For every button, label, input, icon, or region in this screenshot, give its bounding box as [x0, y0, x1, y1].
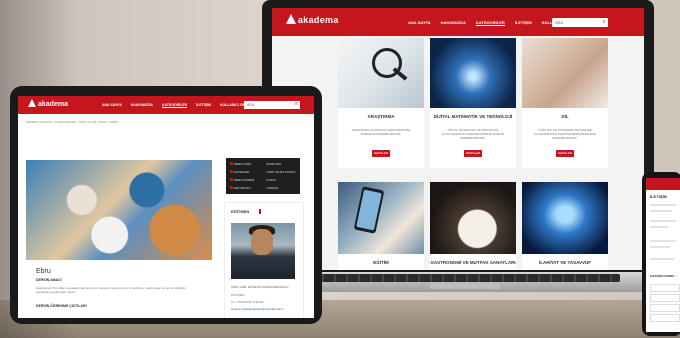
instructor-face [251, 229, 273, 255]
card-description: ARAŞTIRMA ALANINDAKİ DERSLERİMİZE BURADA… [351, 128, 411, 136]
info-item: DERS SÜRESİ [230, 178, 254, 182]
laptop-trackpad [430, 283, 500, 289]
card-image [430, 38, 516, 108]
section-heading-outcomes: DERSİN ÖĞRENME ÇIKTILARI [36, 304, 87, 308]
card-title: DİL [561, 114, 569, 119]
phone-screen: İLETİŞİM İLETİŞİM FORMU ↓ [646, 178, 680, 332]
search-icon[interactable]: ⌕ [295, 101, 298, 108]
search-input[interactable]: ARA ⌕ [244, 101, 300, 109]
text-line [650, 204, 676, 206]
site-logo[interactable]: akadema [286, 14, 339, 25]
nav-categories[interactable]: KATEGORİLER [475, 20, 505, 26]
card-title: ARAŞTIRMA [367, 114, 395, 119]
info-value: TÜRKÇE [266, 186, 279, 190]
instructor-affiliation: TC. ÜSKÜDAR ÜNİVER... [231, 300, 267, 304]
card-title: İLAHİYAT VE TASAVVUF [538, 260, 592, 265]
section-text: Geleneksel Türk-İslam sanatlarından olan… [36, 286, 187, 294]
nav-about[interactable]: HAKKIMIZDA [131, 103, 153, 108]
info-value: 3 SAAT [266, 178, 277, 182]
info-value: TÜRK İSLAM SANATI [266, 170, 296, 174]
card-image [430, 182, 516, 254]
instructor-role: EĞİTMEN [231, 293, 245, 297]
logo-mark-icon [286, 14, 296, 24]
instructor-email-link[interactable]: huseyin.karakavakoglu@uskudar.edu.tr [231, 307, 284, 311]
text-line [650, 220, 676, 222]
course-hero-image [26, 160, 212, 260]
card-title: GASTRONOMİ VE MUTFAK SANATLARI [430, 260, 516, 265]
heading-accent [259, 209, 261, 214]
course-info-box: DERS TÜRÜ ÜCRETSİZ KATEGORİ TÜRK İSLAM S… [226, 158, 300, 194]
section-heading: DERSİN AMACI [36, 278, 62, 282]
text-line [650, 258, 674, 260]
nav-contact[interactable]: İLETİŞİM [196, 103, 211, 108]
info-item: KATEGORİ [230, 170, 249, 174]
form-field[interactable] [650, 314, 680, 322]
instructor-name: ÖĞR. GÖR. HÜSEYİN KARAKAVAKOĞLU [231, 285, 289, 289]
info-item: DERS TÜRÜ [230, 162, 251, 166]
breadcrumb[interactable]: BİRİMİM AKADEMİ › KATEGORİLER › TÜRK İSL… [26, 120, 119, 124]
site-logo[interactable]: akadema [28, 99, 68, 108]
category-card[interactable]: EĞİTİM [338, 182, 424, 270]
nav-about[interactable]: HAKKIMIZDA [441, 20, 466, 26]
text-line [650, 226, 668, 228]
nav-home[interactable]: ANA SAYFA [102, 103, 122, 108]
instructor-heading: EĞİTMEN [231, 209, 250, 214]
card-button[interactable]: DERSLER [372, 150, 390, 157]
card-image [522, 38, 608, 108]
main-nav: ANA SAYFA HAKKIMIZDA KATEGORİLER İLETİŞİ… [102, 103, 250, 108]
card-title: EĞİTİM [373, 260, 389, 265]
nav-contact[interactable]: İLETİŞİM [515, 20, 532, 26]
nav-categories[interactable]: KATEGORİLER [161, 103, 188, 108]
logo-text: akadema [298, 15, 339, 25]
card-image [338, 38, 424, 108]
form-field[interactable] [650, 294, 680, 302]
logo-text: akadema [38, 101, 68, 108]
logo-mark-icon [28, 99, 36, 107]
contact-form-heading: İLETİŞİM FORMU ↓ [650, 274, 677, 278]
card-button[interactable]: DERSLER [464, 150, 482, 157]
card-button[interactable]: DERSLER [556, 150, 574, 157]
text-line [650, 240, 676, 242]
search-icon[interactable]: ⌕ [603, 19, 606, 25]
laptop-keyboard [300, 274, 620, 282]
laptop-screen: akadema ANA SAYFA HAKKIMIZDA KATEGORİLER… [272, 8, 644, 270]
course-title: Ebru [36, 268, 51, 275]
text-line [650, 246, 670, 248]
search-placeholder: ARA [247, 103, 255, 107]
instructor-card: EĞİTMEN ÖĞR. GÖR. HÜSEYİN KARAKAVAKOĞLU … [224, 202, 304, 318]
category-card[interactable]: DİJİTAL MATEMATİK VE TEKNOLOJİ DİJİTAL M… [430, 38, 516, 168]
search-placeholder: ARA [555, 20, 564, 25]
card-image [522, 182, 608, 254]
category-card[interactable]: ARAŞTIRMA ARAŞTIRMA ALANINDAKİ DERSLERİM… [338, 38, 424, 168]
info-value: ÜCRETSİZ [266, 162, 281, 166]
form-field[interactable] [650, 304, 680, 312]
tablet-screen: akadema ANA SAYFA HAKKIMIZDA KATEGORİLER… [18, 96, 314, 318]
site-header: akadema ANA SAYFA HAKKIMIZDA KATEGORİLER… [272, 8, 644, 36]
nav-home[interactable]: ANA SAYFA [408, 20, 431, 26]
info-item: EĞİTİM DİLİ [230, 186, 251, 190]
category-card[interactable]: İLAHİYAT VE TASAVVUF [522, 182, 608, 270]
category-card[interactable]: GASTRONOMİ VE MUTFAK SANATLARI [430, 182, 516, 270]
card-description: TÜRK DİLİ VE ÖĞRENME SİSTEMLERİ ALANLARI… [533, 128, 597, 140]
text-line [650, 210, 672, 212]
search-input[interactable]: ARA ⌕ [552, 18, 608, 27]
phone-page-title: İLETİŞİM [650, 194, 667, 199]
tablet-header: akadema ANA SAYFA HAKKIMIZDA KATEGORİLER… [18, 96, 314, 114]
card-title: DİJİTAL MATEMATİK VE TEKNOLOJİ [433, 114, 513, 119]
card-description: DİJİTAL MATEMATİK VE TEKNOLOJİ ALANLARIN… [441, 128, 505, 140]
category-card[interactable]: DİL TÜRK DİLİ VE ÖĞRENME SİSTEMLERİ ALAN… [522, 38, 608, 168]
phone-header [646, 178, 680, 190]
form-field[interactable] [650, 284, 680, 292]
card-image [338, 182, 424, 254]
